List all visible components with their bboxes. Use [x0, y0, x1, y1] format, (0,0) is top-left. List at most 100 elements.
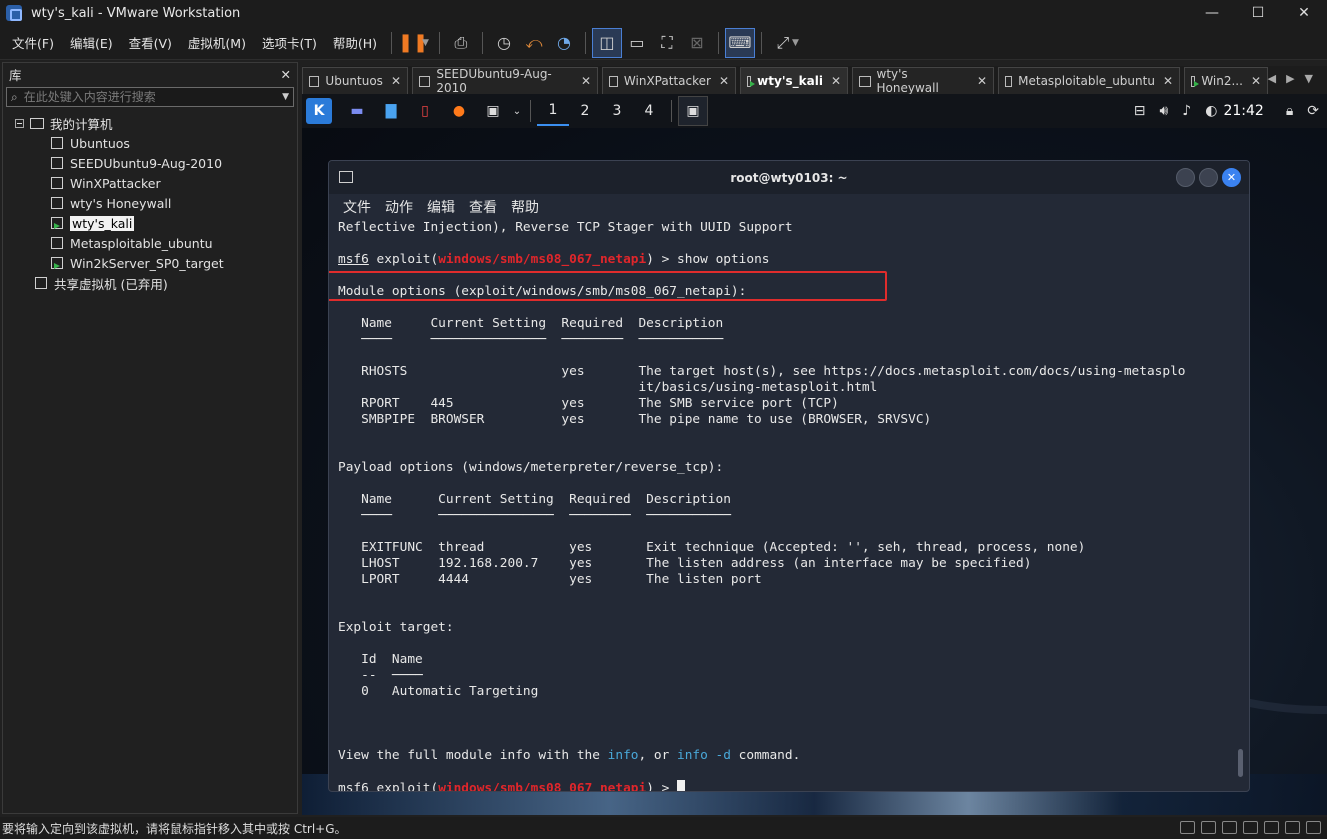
panel-clock[interactable]: 21:42: [1223, 96, 1263, 126]
tree-root-label: 我的计算机: [50, 116, 113, 132]
menu-help[interactable]: 帮助(H): [325, 26, 385, 60]
usb-icon[interactable]: [1243, 821, 1258, 834]
kali-menu-icon[interactable]: K: [306, 98, 332, 124]
prompt-user: msf6: [338, 252, 369, 267]
terminal-maximize-button[interactable]: [1199, 168, 1218, 187]
show-desktop-icon[interactable]: ▬: [340, 96, 374, 126]
tab-wtys-kali[interactable]: wty's_kali ✕: [740, 67, 848, 94]
tree-item-shared-vms[interactable]: 共享虚拟机 (已弃用): [3, 273, 297, 293]
tab-close-icon[interactable]: ✕: [1155, 74, 1173, 88]
terminal-menu-help[interactable]: 帮助: [511, 197, 539, 217]
tab-close-icon[interactable]: ✕: [823, 74, 841, 88]
search-dropdown-icon[interactable]: ▼: [282, 92, 289, 102]
sound-card-icon[interactable]: [1264, 821, 1279, 834]
minimize-button[interactable]: —: [1189, 0, 1235, 26]
network-adapter-icon[interactable]: [1222, 821, 1237, 834]
target-table-columns: Id Name: [338, 652, 423, 667]
toolbar-separator: [438, 31, 440, 54]
unity-icon[interactable]: ⊠: [682, 28, 712, 58]
hdd-icon[interactable]: [1180, 821, 1195, 834]
message-log-icon[interactable]: [1306, 821, 1321, 834]
snapshot-icon[interactable]: ◷: [489, 28, 519, 58]
lock-icon[interactable]: 🔒︎: [1286, 96, 1293, 126]
terminal-dropdown-icon[interactable]: ⌄: [510, 96, 524, 126]
workspace-4[interactable]: 4: [633, 96, 665, 126]
tab-close-icon[interactable]: ✕: [711, 74, 729, 88]
vm-running-icon: [51, 217, 63, 229]
workspace-3[interactable]: 3: [601, 96, 633, 126]
taskbar-terminal-icon[interactable]: ▣: [678, 96, 708, 126]
cdrom-icon[interactable]: [1201, 821, 1216, 834]
tab-ubuntuos[interactable]: Ubuntuos ✕: [302, 67, 408, 94]
volume-icon[interactable]: 🔊︎: [1159, 96, 1168, 126]
tree-item-vm-selected[interactable]: wty's_kali: [3, 213, 297, 233]
terminal-menu-edit[interactable]: 编辑: [427, 197, 455, 217]
module-table-rule: ──── ─────────────── ──────── ──────────…: [338, 332, 724, 347]
tab-seedubuntu[interactable]: SEEDUbuntu9-Aug-2010 ✕: [412, 67, 598, 95]
tab-winxpattacker[interactable]: WinXPattacker ✕: [602, 67, 736, 94]
pause-dropdown-icon[interactable]: ▼: [422, 38, 429, 48]
terminal-scrollbar[interactable]: [1238, 749, 1243, 777]
close-window-button[interactable]: ✕: [1281, 0, 1327, 26]
menu-file[interactable]: 文件(F): [4, 26, 62, 60]
workspace-1[interactable]: 1: [537, 96, 569, 126]
tree-item-vm[interactable]: SEEDUbuntu9-Aug-2010: [3, 153, 297, 173]
tab-close-icon[interactable]: ✕: [383, 74, 401, 88]
tab-wtys-honeywall[interactable]: wty's Honeywall ✕: [852, 67, 994, 95]
tab-label: Ubuntuos: [325, 74, 383, 88]
thumbnail-bar-icon[interactable]: ▭: [622, 28, 652, 58]
menu-tabs[interactable]: 选项卡(T): [254, 26, 325, 60]
tree-item-vm[interactable]: Metasploitable_ubuntu: [3, 233, 297, 253]
terminal-menu-actions[interactable]: 动作: [385, 197, 413, 217]
terminal-close-button[interactable]: ✕: [1222, 168, 1241, 187]
tree-root-my-computer[interactable]: 我的计算机: [3, 113, 297, 133]
tree-item-vm[interactable]: WinXPattacker: [3, 173, 297, 193]
terminal-launcher-icon[interactable]: ▣: [476, 96, 510, 126]
tab-close-icon[interactable]: ✕: [1243, 74, 1261, 88]
library-search-input[interactable]: [23, 90, 283, 104]
tree-item-vm[interactable]: Win2kServer_SP0_target: [3, 253, 297, 273]
terminal-menu-file[interactable]: 文件: [343, 197, 371, 217]
collapse-icon[interactable]: [15, 118, 24, 128]
text-editor-icon[interactable]: ▯: [408, 96, 442, 126]
terminal-window[interactable]: root@wty0103: ~ ✕ 文件 动作 编辑 查看 帮助 Reflect…: [328, 160, 1250, 792]
display-icon[interactable]: [1285, 821, 1300, 834]
vm-display[interactable]: K ▬ ▇ ▯ ● ▣ ⌄ 1 2 3 4 ▣ ⊟ 🔊︎ ♪ ◐ 21:42 🔒…: [302, 94, 1327, 815]
power-manager-icon[interactable]: ◐: [1205, 96, 1217, 126]
computer-icon: [30, 117, 44, 129]
maximize-button[interactable]: ☐: [1235, 0, 1281, 26]
tab-win2k[interactable]: Win2... ✕: [1184, 67, 1268, 94]
tab-metasploitable[interactable]: Metasploitable_ubuntu ✕: [998, 67, 1180, 94]
terminal-menu-view[interactable]: 查看: [469, 197, 497, 217]
menu-edit[interactable]: 编辑(E): [62, 26, 121, 60]
library-close-button[interactable]: ✕: [281, 67, 291, 82]
notification-bell-icon[interactable]: ♪: [1182, 96, 1191, 126]
prompt-user: msf6: [338, 781, 369, 792]
send-ctrl-alt-del-icon[interactable]: ⎙: [446, 28, 476, 58]
file-manager-icon[interactable]: ▇: [374, 96, 408, 126]
payload-table-columns: Name Current Setting Required Descriptio…: [338, 492, 731, 507]
logout-icon[interactable]: ⟳: [1307, 96, 1319, 126]
fullscreen-icon[interactable]: ⛶: [652, 28, 682, 58]
menu-toolbar: 文件(F) 编辑(E) 查看(V) 虚拟机(M) 选项卡(T) 帮助(H) ❚❚…: [0, 26, 1327, 60]
firefox-icon[interactable]: ●: [442, 96, 476, 126]
show-library-icon[interactable]: ◫: [591, 27, 622, 58]
revert-snapshot-icon[interactable]: ⤺: [519, 28, 549, 58]
tab-close-icon[interactable]: ✕: [969, 74, 987, 88]
tree-item-label: 共享虚拟机 (已弃用): [54, 276, 168, 292]
console-view-icon[interactable]: ⌨: [724, 27, 755, 58]
menu-view[interactable]: 查看(V): [121, 26, 180, 60]
terminal-minimize-button[interactable]: [1176, 168, 1195, 187]
stretch-dropdown-icon[interactable]: ▼: [792, 38, 799, 48]
snapshot-manager-icon[interactable]: ◔: [549, 28, 579, 58]
menu-vm[interactable]: 虚拟机(M): [180, 26, 254, 60]
tab-scroll-arrows-icon[interactable]: ◀▶▼: [1268, 72, 1323, 85]
tree-item-vm[interactable]: wty's Honeywall: [3, 193, 297, 213]
workspace-2[interactable]: 2: [569, 96, 601, 126]
network-icon[interactable]: ⊟: [1134, 96, 1146, 126]
tab-close-icon[interactable]: ✕: [573, 74, 591, 88]
terminal-output[interactable]: Reflective Injection), Reverse TCP Stage…: [329, 220, 1249, 792]
prompt-line-current[interactable]: msf6 exploit(windows/smb/ms08_067_netapi…: [338, 780, 1249, 792]
tree-item-vm[interactable]: Ubuntuos: [3, 133, 297, 153]
vm-icon: [859, 75, 871, 87]
